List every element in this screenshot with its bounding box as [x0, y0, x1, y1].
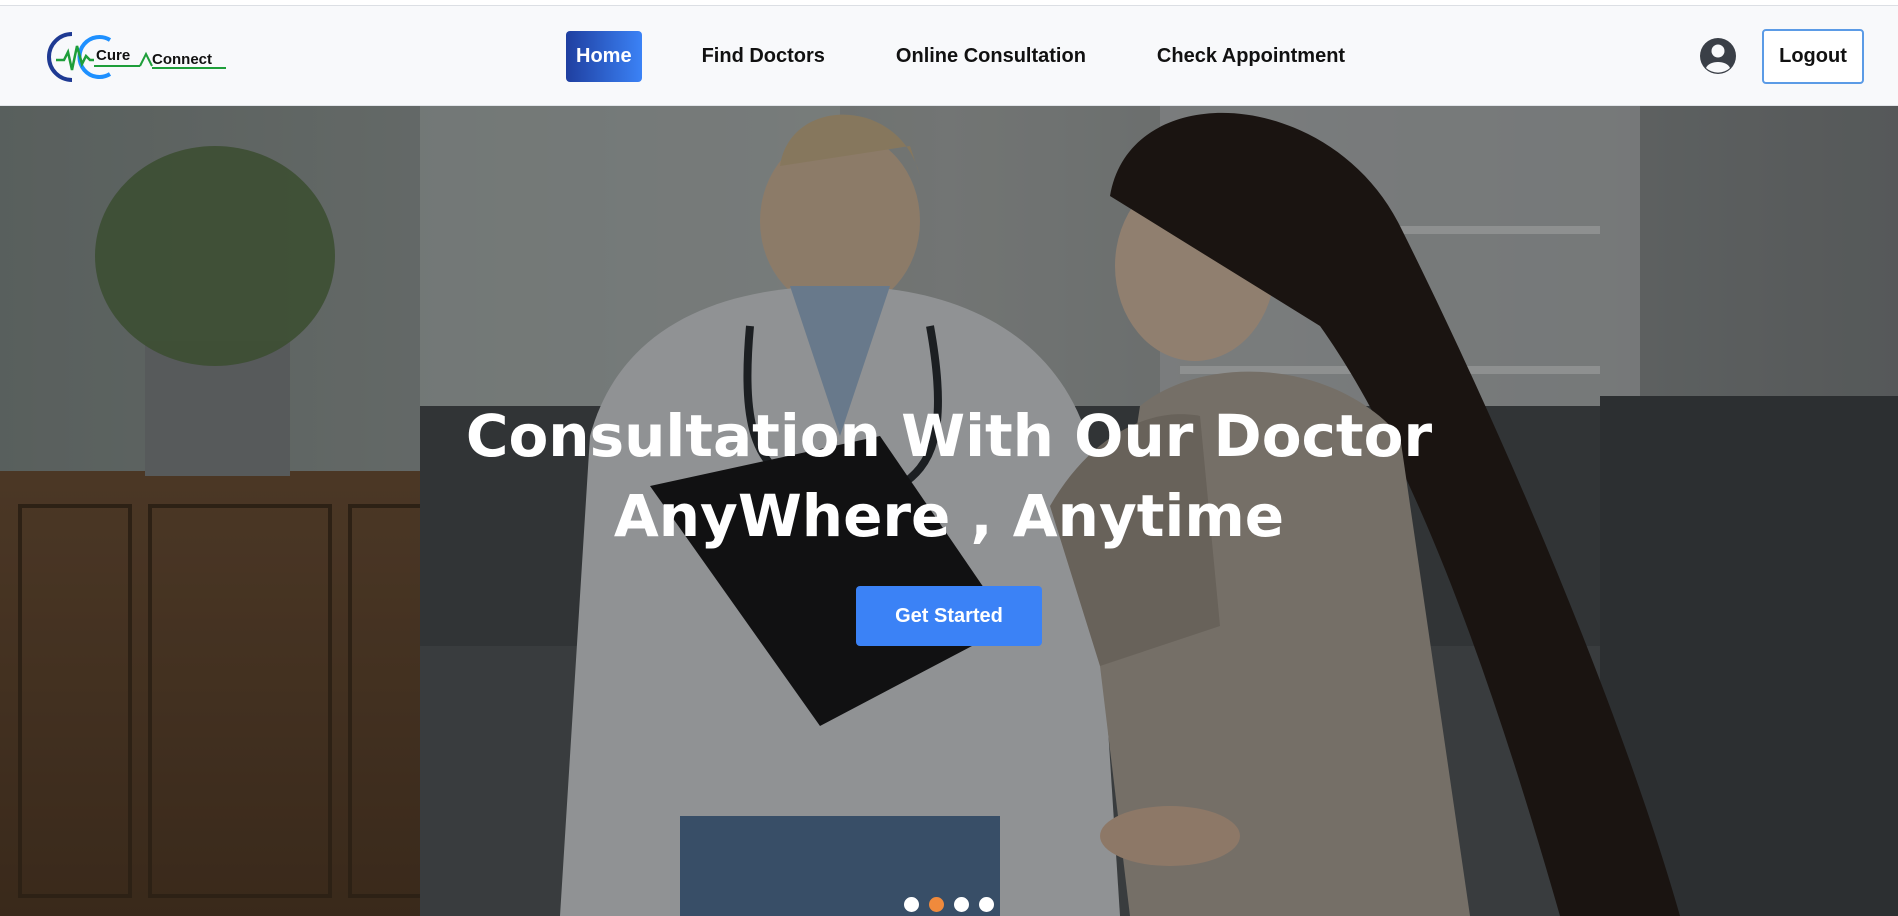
hero-title-line-2: AnyWhere , Anytime	[613, 482, 1285, 550]
cure-connect-logo[interactable]: Cure Connect	[32, 26, 227, 88]
nav-online-consultation[interactable]: Online Consultation	[896, 45, 1086, 68]
hero-content: Consultation With Our Doctor AnyWhere , …	[0, 396, 1898, 646]
hero-title: Consultation With Our Doctor AnyWhere , …	[0, 396, 1898, 556]
nav-check-appointment[interactable]: Check Appointment	[1157, 45, 1345, 68]
main-nav: Home Find Doctors Online Consultation Ch…	[566, 31, 1345, 82]
logo-word-cure: Cure	[96, 47, 130, 64]
carousel-dot-2[interactable]	[929, 897, 944, 912]
get-started-button[interactable]: Get Started	[856, 586, 1042, 646]
nav-find-doctors[interactable]: Find Doctors	[702, 45, 825, 68]
user-circle-icon[interactable]	[1699, 37, 1737, 75]
navbar: Cure Connect Home Find Doctors Online Co…	[0, 6, 1898, 106]
logo-word-connect: Connect	[152, 51, 212, 68]
logout-button[interactable]: Logout	[1762, 29, 1864, 84]
carousel-dot-3[interactable]	[954, 897, 969, 912]
carousel-indicators	[0, 897, 1898, 912]
carousel-dot-4[interactable]	[979, 897, 994, 912]
hero-title-line-1: Consultation With Our Doctor	[465, 402, 1433, 470]
carousel-dot-1[interactable]	[904, 897, 919, 912]
hero-banner: Consultation With Our Doctor AnyWhere , …	[0, 106, 1898, 916]
nav-home[interactable]: Home	[566, 31, 642, 82]
